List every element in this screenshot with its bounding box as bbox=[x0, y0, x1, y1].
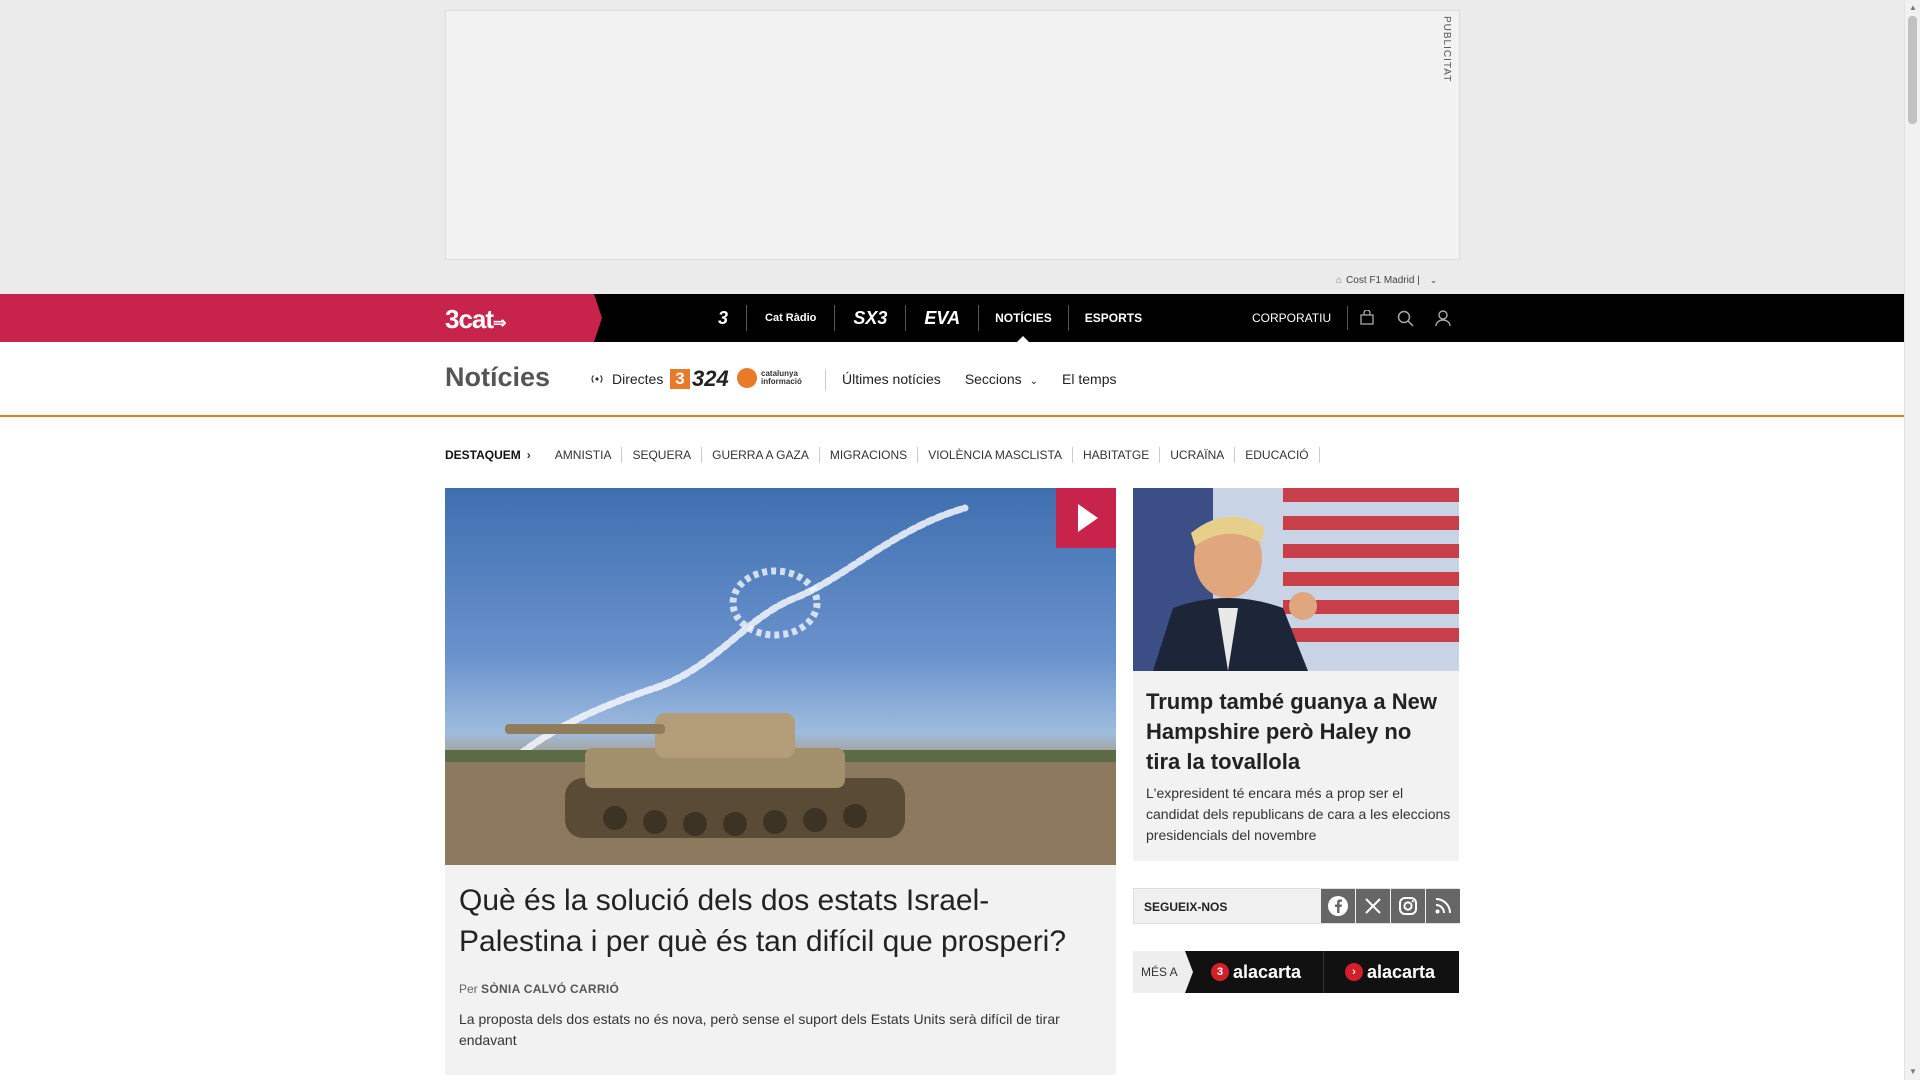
logo-324-text: 324 bbox=[692, 366, 729, 391]
channel-3-link[interactable]: 3 bbox=[700, 305, 748, 331]
live-broadcast-icon bbox=[591, 375, 603, 383]
advertisement-slot[interactable] bbox=[445, 10, 1460, 260]
seccions-label: Seccions bbox=[964, 371, 1022, 387]
trump-photo-illustration bbox=[1133, 488, 1459, 671]
brand-logo[interactable]: 3cat⇒ bbox=[445, 304, 506, 335]
main-article-card[interactable]: Què és la solució dels dos estats Israel… bbox=[445, 488, 1116, 1075]
scroll-up-arrow-icon[interactable]: ▲ bbox=[1905, 0, 1920, 16]
top-navigation: 3cat⇒ 3 Cat Ràdio SX3 EVA NOTÍCIES ESPOR… bbox=[0, 294, 1904, 342]
tag-link[interactable]: SEQUERA bbox=[622, 447, 703, 463]
page-title[interactable]: Notícies bbox=[445, 362, 550, 393]
tag-link[interactable]: GUERRA A GAZA bbox=[702, 447, 820, 463]
logo-catalunya-informacio[interactable]: catalunya informació bbox=[737, 368, 802, 388]
brand-logo-text: 3cat bbox=[445, 304, 494, 334]
user-icon[interactable] bbox=[1424, 309, 1462, 327]
mes-a-label: MÉS A bbox=[1133, 951, 1193, 993]
brand-swoosh-icon: ⇒ bbox=[493, 315, 506, 332]
catradio-logo-icon: › bbox=[1345, 963, 1363, 981]
el-temps-link[interactable]: El temps bbox=[1062, 371, 1116, 387]
alacarta-label: alacarta bbox=[1233, 961, 1302, 982]
ad-caption[interactable]: ⌂ Cost F1 Madrid | ⌄ bbox=[1336, 275, 1437, 286]
main-article-image[interactable] bbox=[445, 488, 1116, 865]
divider bbox=[1323, 951, 1324, 993]
tag-link[interactable]: VIOLÈNCIA MASCLISTA bbox=[918, 447, 1074, 463]
shopping-bag-icon[interactable] bbox=[1348, 310, 1386, 326]
section-header: Notícies Directes 3 324 catalunya informa… bbox=[0, 342, 1904, 417]
tank-photo-illustration bbox=[445, 504, 1116, 865]
divider bbox=[825, 369, 826, 391]
scroll-down-arrow-icon[interactable]: ▼ bbox=[1905, 1064, 1920, 1080]
channel-eva-link[interactable]: EVA bbox=[906, 305, 980, 331]
topnav-right: CORPORATIU bbox=[1252, 294, 1462, 342]
corporatiu-link[interactable]: CORPORATIU bbox=[1252, 306, 1349, 330]
instagram-icon[interactable] bbox=[1391, 889, 1425, 923]
ad-zone: PUBLICITAT ⌂ Cost F1 Madrid | ⌄ bbox=[0, 0, 1904, 294]
directes-label: Directes bbox=[612, 371, 664, 387]
tag-link[interactable]: MIGRACIONS bbox=[820, 447, 919, 463]
channel-links: 3 Cat Ràdio SX3 EVA NOTÍCIES ESPORTS bbox=[700, 294, 1158, 342]
catinfo-mark-icon bbox=[737, 368, 757, 388]
scrollbar[interactable]: ▲ ▼ bbox=[1904, 0, 1920, 1080]
nav-link-noticies[interactable]: NOTÍCIES bbox=[979, 305, 1068, 342]
facebook-icon[interactable] bbox=[1321, 889, 1355, 923]
play-video-button[interactable] bbox=[1056, 488, 1116, 548]
directes-link[interactable]: Directes bbox=[590, 371, 663, 387]
follow-us-label: SEGUEIX-NOS bbox=[1144, 900, 1228, 914]
author-link[interactable]: SÒNIA CALVÓ CARRIÓ bbox=[481, 982, 619, 996]
tv3-logo-icon: 3 bbox=[1211, 963, 1229, 981]
main-article-summary: La proposta dels dos estats no és nova, … bbox=[459, 1011, 1060, 1048]
search-icon[interactable] bbox=[1386, 310, 1424, 327]
alacarta-label: alacarta bbox=[1367, 961, 1436, 982]
ad-caption-text: Cost F1 Madrid | bbox=[1346, 275, 1420, 286]
tag-icon: ⌂ bbox=[1336, 275, 1343, 286]
tag-link[interactable]: UCRAÏNA bbox=[1160, 447, 1236, 463]
scrollbar-thumb[interactable] bbox=[1908, 16, 1917, 124]
rss-icon[interactable] bbox=[1426, 889, 1460, 923]
tag-link[interactable]: AMNISTIA bbox=[545, 447, 623, 463]
chevron-down-icon: ⌄ bbox=[1429, 275, 1438, 285]
chevron-down-icon: ⌄ bbox=[1029, 376, 1039, 387]
byline: Per SÒNIA CALVÓ CARRIÓ bbox=[459, 982, 619, 996]
ultimes-noticies-link[interactable]: Últimes notícies bbox=[842, 371, 941, 387]
mes-a-bar: MÉS A 3 alacarta › alacarta bbox=[1133, 951, 1459, 993]
logo-324-mark: 3 bbox=[670, 369, 690, 389]
side-article-summary: L'expresident té encara més a prop ser e… bbox=[1146, 785, 1451, 843]
logo-324[interactable]: 3 324 bbox=[670, 366, 729, 392]
main-article-headline[interactable]: Què és la solució dels dos estats Israel… bbox=[459, 880, 1099, 962]
tag-link[interactable]: HABITATGE bbox=[1073, 447, 1161, 463]
side-article-card[interactable]: Trump també guanya a New Hampshire però … bbox=[1133, 488, 1459, 861]
byline-prefix: Per bbox=[459, 982, 478, 996]
side-article-image[interactable] bbox=[1133, 488, 1459, 671]
seccions-dropdown[interactable]: Seccions ⌄ bbox=[965, 371, 1038, 387]
ad-label: PUBLICITAT bbox=[1441, 16, 1452, 83]
destaquem-label[interactable]: DESTAQUEM bbox=[445, 448, 521, 462]
channel-sx3-link[interactable]: SX3 bbox=[835, 305, 907, 331]
catradio-alacarta-link[interactable]: › alacarta bbox=[1345, 951, 1435, 993]
nav-link-esports[interactable]: ESPORTS bbox=[1067, 305, 1158, 331]
side-article-headline[interactable]: Trump també guanya a New Hampshire però … bbox=[1146, 687, 1446, 777]
x-icon[interactable] bbox=[1356, 889, 1390, 923]
brand-slab bbox=[0, 294, 602, 342]
tv3-alacarta-link[interactable]: 3 alacarta bbox=[1211, 951, 1301, 993]
chevron-right-icon: › bbox=[526, 448, 531, 462]
catinfo-line2: informació bbox=[761, 377, 802, 386]
featured-tags: DESTAQUEM › AMNISTIA SEQUERA GUERRA A GA… bbox=[445, 447, 1320, 463]
section-links: Últimes notícies Seccions ⌄ El temps bbox=[842, 371, 1116, 387]
channel-catradio-link[interactable]: Cat Ràdio bbox=[747, 305, 836, 331]
follow-us-bar: SEGUEIX-NOS bbox=[1133, 888, 1460, 924]
tag-link[interactable]: EDUCACIÓ bbox=[1235, 447, 1320, 463]
catinfo-text: catalunya informació bbox=[761, 370, 802, 386]
play-icon bbox=[1078, 504, 1098, 532]
